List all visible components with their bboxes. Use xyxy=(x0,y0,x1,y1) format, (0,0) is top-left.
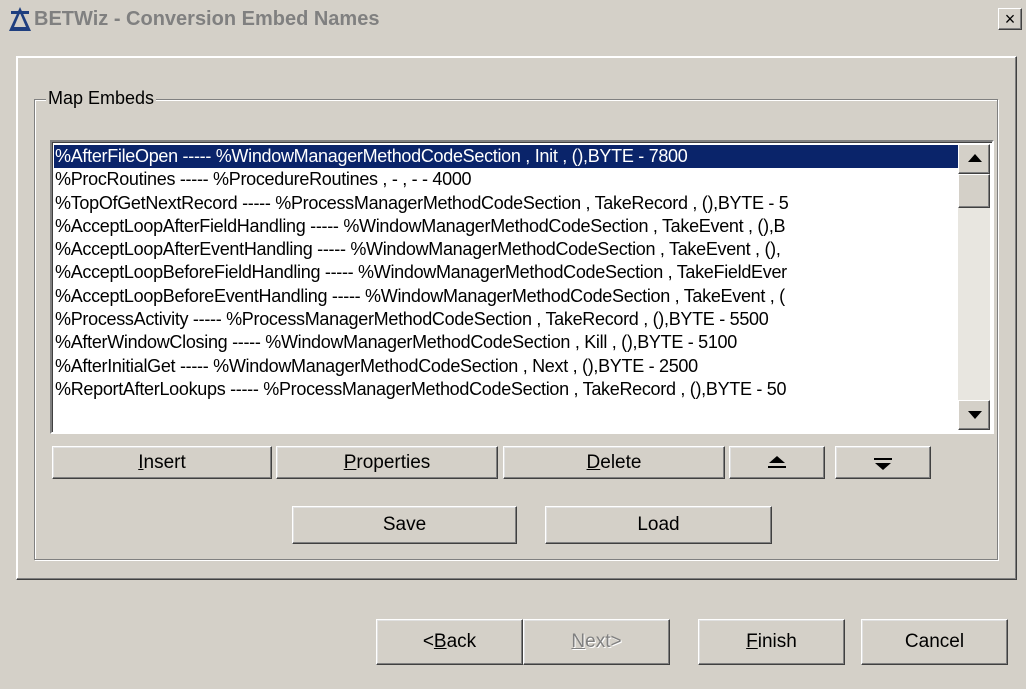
window-title: BETWiz - Conversion Embed Names xyxy=(34,8,380,30)
vertical-scrollbar[interactable] xyxy=(958,144,990,430)
properties-button[interactable]: Properties xyxy=(276,446,498,479)
load-button[interactable]: Load xyxy=(545,506,772,544)
back-label-key: B xyxy=(433,631,447,652)
finish-label-post: inish xyxy=(757,631,797,652)
list-items: %AfterFileOpen ----- %WindowManagerMetho… xyxy=(54,145,959,401)
scroll-up-button[interactable] xyxy=(958,144,990,174)
insert-label-post: nsert xyxy=(143,452,186,473)
move-up-button[interactable] xyxy=(729,446,825,479)
delete-button[interactable]: Delete xyxy=(503,446,725,479)
list-item[interactable]: %TopOfGetNextRecord ----- %ProcessManage… xyxy=(54,192,959,215)
move-down-button[interactable] xyxy=(835,446,931,479)
next-label-post: ext> xyxy=(585,631,622,652)
scroll-up-icon xyxy=(968,154,982,162)
scroll-thumb[interactable] xyxy=(958,174,990,208)
finish-label-key: F xyxy=(746,631,758,652)
list-item[interactable]: %AcceptLoopAfterFieldHandling ----- %Win… xyxy=(54,215,959,238)
insert-button[interactable]: Insert xyxy=(52,446,272,479)
next-button[interactable]: Next> xyxy=(523,619,670,665)
list-item[interactable]: %AcceptLoopBeforeEventHandling ----- %Wi… xyxy=(54,285,959,308)
list-item[interactable]: %AcceptLoopAfterEventHandling ----- %Win… xyxy=(54,238,959,261)
delete-label-key: D xyxy=(586,452,601,473)
scroll-down-icon xyxy=(968,411,982,419)
back-label-pre: < xyxy=(422,631,434,652)
close-icon: × xyxy=(1004,9,1016,29)
save-label: Save xyxy=(382,514,427,535)
cancel-label: Cancel xyxy=(904,631,965,652)
list-item[interactable]: %ProcRoutines ----- %ProcedureRoutines ,… xyxy=(54,168,959,191)
list-item-selected[interactable]: %AfterFileOpen ----- %WindowManagerMetho… xyxy=(54,145,959,169)
groupbox-label: Map Embeds xyxy=(46,88,157,109)
list-item[interactable]: %AfterWindowClosing ----- %WindowManager… xyxy=(54,331,959,354)
list-item[interactable]: %ReportAfterLookups ----- %ProcessManage… xyxy=(54,378,959,401)
list-item[interactable]: %AcceptLoopBeforeFieldHandling ----- %Wi… xyxy=(54,261,959,284)
back-button[interactable]: <Back xyxy=(376,619,523,665)
list-item[interactable]: %AfterInitialGet ----- %WindowManagerMet… xyxy=(54,355,959,378)
title-bar: BETWiz - Conversion Embed Names × xyxy=(0,0,1026,38)
list-item[interactable]: %ProcessActivity ----- %ProcessManagerMe… xyxy=(54,308,959,331)
next-label-key: N xyxy=(571,631,586,652)
load-label: Load xyxy=(637,514,680,535)
save-button[interactable]: Save xyxy=(292,506,517,544)
finish-button[interactable]: Finish xyxy=(698,619,845,665)
back-label-post: ack xyxy=(446,631,477,652)
properties-label-post: roperties xyxy=(356,452,431,473)
properties-label-key: P xyxy=(343,452,357,473)
move-down-icon xyxy=(874,457,892,470)
scroll-down-button[interactable] xyxy=(958,400,990,430)
close-button[interactable]: × xyxy=(998,8,1022,30)
app-icon xyxy=(9,7,31,31)
embeds-listbox[interactable]: %AfterFileOpen ----- %WindowManagerMetho… xyxy=(50,140,994,434)
move-up-icon xyxy=(768,455,786,468)
delete-label-post: elete xyxy=(600,452,642,473)
cancel-button[interactable]: Cancel xyxy=(861,619,1008,665)
